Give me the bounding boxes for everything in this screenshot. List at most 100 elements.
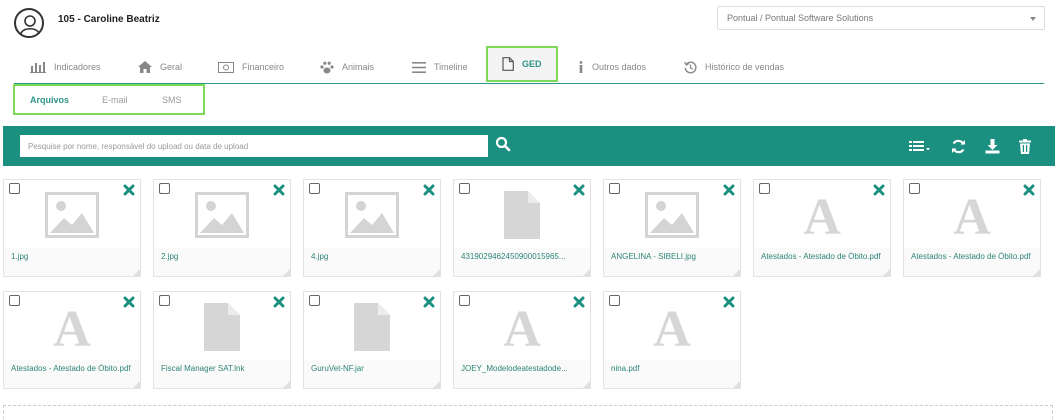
file-card[interactable]: 2.jpg — [153, 179, 291, 277]
svg-text:A: A — [953, 192, 991, 238]
close-icon[interactable] — [873, 183, 885, 196]
file-thumbnail[interactable] — [304, 180, 440, 248]
file-name[interactable]: Fiscal Manager SAT.lnk — [161, 364, 287, 374]
company-select-value: Pontual / Pontual Software Solutions — [727, 13, 874, 23]
file-thumbnail[interactable]: A — [904, 180, 1040, 248]
tab-ged[interactable]: GED — [486, 46, 558, 82]
file-name[interactable]: 4.jpg — [311, 252, 437, 262]
pdf-document-icon: A — [794, 190, 850, 240]
file-thumbnail[interactable] — [154, 292, 290, 360]
file-thumbnail[interactable] — [304, 292, 440, 360]
close-icon[interactable] — [423, 295, 435, 308]
image-placeholder-icon — [44, 190, 100, 240]
file-icon — [344, 302, 400, 352]
subtab-sms[interactable]: SMS — [162, 95, 182, 105]
file-card[interactable]: A Atestados - Atestado de Óbito.pdf — [753, 179, 891, 277]
subtab-email[interactable]: E-mail — [102, 95, 128, 105]
upload-dropzone[interactable] — [3, 405, 1053, 420]
file-thumbnail[interactable] — [154, 180, 290, 248]
file-thumbnail[interactable]: A — [454, 292, 590, 360]
file-card[interactable]: A Atestados - Atestado de Óbito.pdf — [903, 179, 1041, 277]
close-icon[interactable] — [273, 295, 285, 308]
file-select-checkbox[interactable] — [159, 183, 170, 194]
file-name[interactable]: Atestados - Atestado de Óbito.pdf — [11, 364, 137, 374]
list-icon — [412, 61, 426, 73]
close-icon[interactable] — [573, 183, 585, 196]
close-icon[interactable] — [273, 183, 285, 196]
close-icon[interactable] — [123, 295, 135, 308]
file-thumbnail[interactable] — [4, 180, 140, 248]
file-select-checkbox[interactable] — [459, 183, 470, 194]
file-select-checkbox[interactable] — [9, 295, 20, 306]
list-view-icon[interactable] — [908, 136, 932, 156]
file-name[interactable]: ANGELINA - SIBELI.jpg — [611, 252, 737, 262]
file-select-checkbox[interactable] — [909, 183, 920, 194]
tab-label: Outros dados — [592, 62, 647, 72]
file-name[interactable]: GuruVet-NF.jar — [311, 364, 437, 374]
download-icon[interactable] — [982, 136, 1002, 156]
file-thumbnail[interactable] — [454, 180, 590, 248]
resize-corner — [733, 269, 740, 276]
close-icon[interactable] — [573, 295, 585, 308]
tab-historico-de-vendas[interactable]: Histórico de vendas — [684, 52, 784, 82]
close-icon[interactable] — [723, 295, 735, 308]
refresh-icon[interactable] — [948, 136, 968, 156]
resize-corner — [733, 381, 740, 388]
svg-text:A: A — [53, 304, 91, 350]
file-card[interactable]: 1.jpg — [3, 179, 141, 277]
file-icon — [194, 302, 250, 352]
file-name[interactable]: 2.jpg — [161, 252, 287, 262]
close-icon[interactable] — [123, 183, 135, 196]
company-select[interactable]: Pontual / Pontual Software Solutions — [717, 6, 1045, 30]
file-card[interactable]: A Atestados - Atestado de Óbito.pdf — [3, 291, 141, 389]
file-name[interactable]: JOEY_Modelodeatestadode... — [461, 364, 587, 374]
file-card[interactable]: A JOEY_Modelodeatestadode... — [453, 291, 591, 389]
file-select-checkbox[interactable] — [309, 183, 320, 194]
resize-corner — [433, 269, 440, 276]
file-thumbnail[interactable] — [604, 180, 740, 248]
file-name[interactable]: 1.jpg — [11, 252, 137, 262]
close-icon[interactable] — [423, 183, 435, 196]
tab-animais[interactable]: Animais — [320, 52, 374, 82]
file-name[interactable]: nina.pdf — [611, 364, 737, 374]
file-card[interactable]: ANGELINA - SIBELI.jpg — [603, 179, 741, 277]
chevron-down-icon — [1030, 17, 1036, 21]
file-select-checkbox[interactable] — [309, 295, 320, 306]
file-select-checkbox[interactable] — [609, 183, 620, 194]
resize-corner — [433, 381, 440, 388]
close-icon[interactable] — [1023, 183, 1035, 196]
file-name[interactable]: 4319029462450900015965... — [461, 252, 587, 262]
tab-indicadores[interactable]: Indicadores — [30, 52, 101, 82]
file-select-checkbox[interactable] — [759, 183, 770, 194]
tab-financeiro[interactable]: Financeiro — [218, 52, 284, 82]
file-name[interactable]: Atestados - Atestado de Óbito.pdf — [911, 252, 1037, 262]
client-header: 105 - Caroline Beatriz Pontual / Pontual… — [0, 0, 1056, 44]
file-select-checkbox[interactable] — [9, 183, 20, 194]
info-icon — [578, 61, 584, 73]
paw-icon — [320, 61, 334, 74]
file-card[interactable]: 4.jpg — [303, 179, 441, 277]
file-select-checkbox[interactable] — [459, 295, 470, 306]
file-name[interactable]: Atestados - Atestado de Óbito.pdf — [761, 252, 887, 262]
tab-timeline[interactable]: Timeline — [412, 52, 468, 82]
file-card[interactable]: GuruVet-NF.jar — [303, 291, 441, 389]
file-thumbnail[interactable]: A — [754, 180, 890, 248]
file-thumbnail[interactable]: A — [604, 292, 740, 360]
tab-label: Histórico de vendas — [705, 62, 785, 72]
file-card[interactable]: Fiscal Manager SAT.lnk — [153, 291, 291, 389]
file-select-checkbox[interactable] — [609, 295, 620, 306]
subtab-arquivos[interactable]: Arquivos — [30, 95, 69, 105]
file-card[interactable]: 4319029462450900015965... — [453, 179, 591, 277]
search-input[interactable] — [20, 135, 488, 157]
search-icon[interactable] — [495, 136, 515, 156]
resize-corner — [133, 381, 140, 388]
file-select-checkbox[interactable] — [159, 295, 170, 306]
file-card[interactable]: Anina.pdf — [603, 291, 741, 389]
trash-icon[interactable] — [1015, 136, 1035, 156]
tab-geral[interactable]: Geral — [138, 52, 182, 82]
file-thumbnail[interactable]: A — [4, 292, 140, 360]
ged-subtabs: Arquivos E-mail SMS — [13, 84, 205, 115]
tab-outros-dados[interactable]: Outros dados — [578, 52, 646, 82]
file-icon — [494, 190, 550, 240]
close-icon[interactable] — [723, 183, 735, 196]
